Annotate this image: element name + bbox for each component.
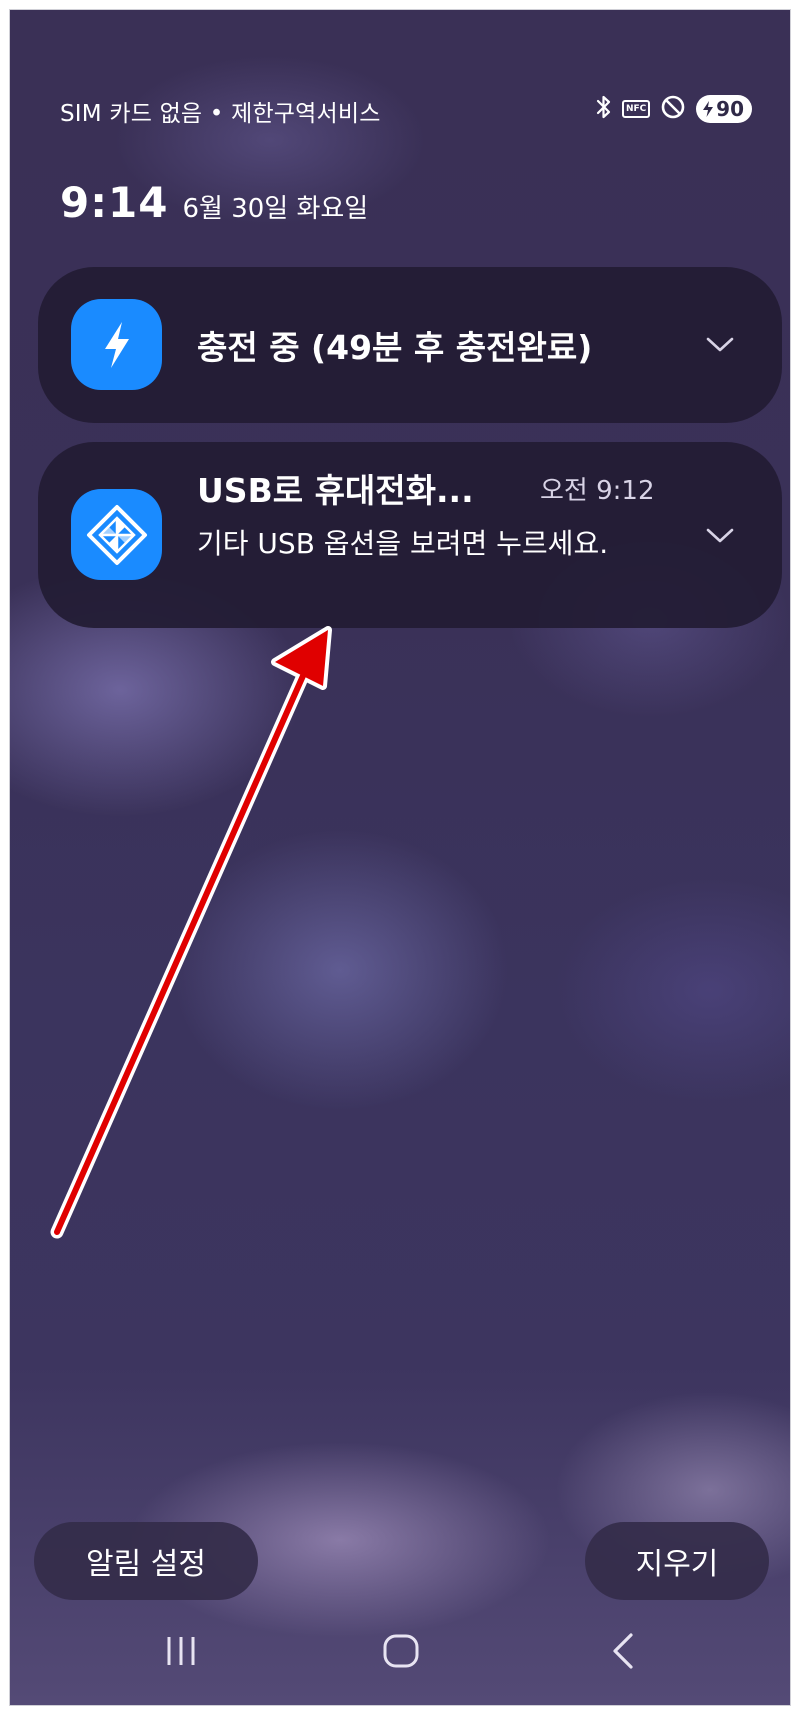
status-bar: SIM 카드 없음 • 제한구역서비스 NFC 90 xyxy=(60,92,752,127)
usb-title: USB로 휴대전화... xyxy=(197,471,474,510)
annotation-arrow xyxy=(50,626,332,1239)
charging-title: 충전 중 (49분 후 충전완료) xyxy=(197,328,593,367)
carrier-status-text: SIM 카드 없음 • 제한구역서비스 xyxy=(60,101,381,127)
chevron-down-icon xyxy=(706,337,734,352)
notification-settings-button[interactable]: 알림 설정 xyxy=(34,1522,258,1600)
charging-notification[interactable]: 충전 중 (49분 후 충전완료) xyxy=(38,267,782,423)
usb-diamond-icon xyxy=(86,504,147,565)
home-icon xyxy=(383,1634,419,1668)
clock-date: 6월 30일 화요일 xyxy=(182,194,369,224)
chevron-down-icon xyxy=(706,528,734,543)
notification-shade: SIM 카드 없음 • 제한구역서비스 NFC 90 9:14 6월 30일 화… xyxy=(9,9,791,1706)
navigation-bar xyxy=(10,1620,790,1682)
charging-app-icon xyxy=(71,299,162,390)
expand-chevron-button[interactable] xyxy=(702,327,738,363)
bluetooth-icon xyxy=(596,94,612,124)
back-button[interactable] xyxy=(588,1620,658,1682)
nfc-icon: NFC xyxy=(622,100,651,118)
usb-body-text: 기타 USB 옵션을 보려면 누르세요. xyxy=(197,527,609,560)
expand-chevron-button[interactable] xyxy=(702,518,738,554)
usb-timestamp: 오전 9:12 xyxy=(540,476,655,506)
back-icon xyxy=(613,1633,633,1669)
clear-button[interactable]: 지우기 xyxy=(585,1522,769,1600)
home-button[interactable] xyxy=(366,1620,436,1682)
status-icons: NFC 90 xyxy=(596,92,752,126)
do-not-disturb-icon xyxy=(660,94,686,124)
recent-apps-icon xyxy=(167,1637,195,1665)
usb-app-icon xyxy=(71,489,162,580)
battery-indicator: 90 xyxy=(696,95,752,123)
clock-row: 9:14 6월 30일 화요일 xyxy=(60,178,368,227)
recent-apps-button[interactable] xyxy=(146,1620,216,1682)
clock-time: 9:14 xyxy=(60,178,169,227)
battery-level: 90 xyxy=(716,97,744,121)
lightning-bolt-icon xyxy=(104,321,129,368)
battery-charging-icon xyxy=(703,101,714,117)
usb-notification[interactable]: USB로 휴대전화... 오전 9:12 기타 USB 옵션을 보려면 누르세요… xyxy=(38,442,782,628)
